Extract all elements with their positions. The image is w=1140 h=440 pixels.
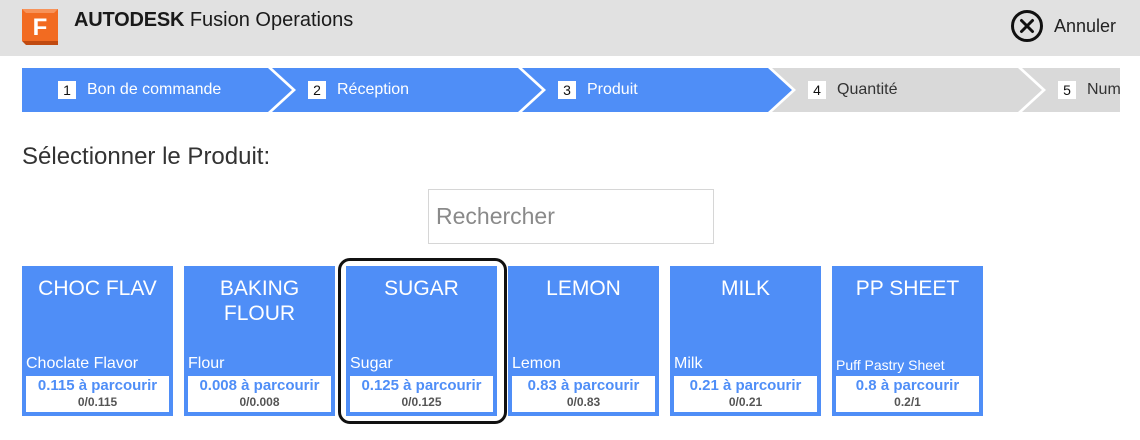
logo-letter: F xyxy=(33,14,48,41)
product-quantity-box: 0.83 à parcourir 0/0.83 xyxy=(512,376,655,412)
product-ratio: 0/0.125 xyxy=(401,395,442,409)
product-card-choc-flav[interactable]: CHOC FLAV Choclate Flavor 0.115 à parcou… xyxy=(22,266,173,416)
product-remaining: 0.83 à parcourir xyxy=(527,377,640,394)
cancel-label: Annuler xyxy=(1054,15,1117,36)
step-bon-de-commande[interactable]: 1 Bon de commande xyxy=(58,68,221,112)
app-header: F AUTODESK Fusion Operations Annuler xyxy=(0,0,1140,56)
product-quantity-box: 0.21 à parcourir 0/0.21 xyxy=(674,376,817,412)
product-ratio: 0/0.21 xyxy=(728,395,763,409)
product-ratio: 0/0.115 xyxy=(77,395,118,409)
product-name: Sugar xyxy=(350,355,393,372)
product-code: BAKING FLOUR xyxy=(219,277,300,325)
product-code: CHOC FLAV xyxy=(38,277,157,300)
product-name: Puff Pastry Sheet xyxy=(836,357,945,373)
product-code: MILK xyxy=(720,277,770,300)
product-name: Milk xyxy=(674,355,703,372)
page-title: Sélectionner le Produit: xyxy=(22,143,271,170)
product-code: PP SHEET xyxy=(855,277,960,300)
product-quantity-box: 0.115 à parcourir 0/0.115 xyxy=(26,376,169,412)
step-label: Num xyxy=(1087,81,1120,98)
step-label: Quantité xyxy=(837,81,898,98)
close-circle-icon xyxy=(1011,10,1043,42)
product-remaining: 0.008 à parcourir xyxy=(199,377,320,394)
product-ratio: 0/0.008 xyxy=(239,395,280,409)
step-numero[interactable]: 5 Num xyxy=(1058,68,1120,112)
step-label: Bon de commande xyxy=(87,81,222,98)
brand-product: Fusion Operations xyxy=(189,9,354,31)
product-code: LEMON xyxy=(546,277,621,300)
brand-main: AUTODESK xyxy=(74,9,185,31)
product-quantity-box: 0.125 à parcourir 0/0.125 xyxy=(350,376,493,412)
product-quantity-box: 0.008 à parcourir 0/0.008 xyxy=(188,376,331,412)
cancel-button[interactable]: Annuler xyxy=(1010,8,1116,44)
product-name: Choclate Flavor xyxy=(26,355,139,372)
step-number: 1 xyxy=(58,81,76,99)
step-reception[interactable]: 2 Réception xyxy=(308,68,409,112)
product-remaining: 0.8 à parcourir xyxy=(855,377,960,394)
product-code: SUGAR xyxy=(384,277,459,300)
step-label: Produit xyxy=(587,81,638,98)
product-name: Flour xyxy=(188,355,225,372)
product-card-baking-flour[interactable]: BAKING FLOUR Flour 0.008 à parcourir 0/0… xyxy=(184,266,335,416)
step-number: 4 xyxy=(808,81,826,99)
app-title: AUTODESK Fusion Operations xyxy=(74,9,353,32)
search-input[interactable] xyxy=(428,189,714,244)
product-quantity-box: 0.8 à parcourir 0.2/1 xyxy=(836,376,979,412)
step-number: 2 xyxy=(308,81,326,99)
autodesk-fusion-logo-icon: F xyxy=(22,9,58,45)
progress-stepper: 1 Bon de commande 2 Réception 3 Produit … xyxy=(22,68,1120,112)
step-produit[interactable]: 3 Produit xyxy=(558,68,638,112)
product-card-lemon[interactable]: LEMON Lemon 0.83 à parcourir 0/0.83 xyxy=(508,266,659,416)
product-name: Lemon xyxy=(512,355,561,372)
step-number: 3 xyxy=(558,81,576,99)
product-ratio: 0/0.83 xyxy=(566,395,601,409)
product-card-milk[interactable]: MILK Milk 0.21 à parcourir 0/0.21 xyxy=(670,266,821,416)
product-remaining: 0.21 à parcourir xyxy=(689,377,802,394)
step-quantite[interactable]: 4 Quantité xyxy=(808,68,897,112)
product-ratio: 0.2/1 xyxy=(894,395,921,409)
product-card-pp-sheet[interactable]: PP SHEET Puff Pastry Sheet 0.8 à parcour… xyxy=(832,266,983,416)
step-label: Réception xyxy=(337,81,410,98)
step-number: 5 xyxy=(1058,81,1076,99)
product-remaining: 0.115 à parcourir xyxy=(37,377,158,394)
product-remaining: 0.125 à parcourir xyxy=(361,377,482,394)
product-card-sugar[interactable]: SUGAR Sugar 0.125 à parcourir 0/0.125 xyxy=(346,266,497,416)
